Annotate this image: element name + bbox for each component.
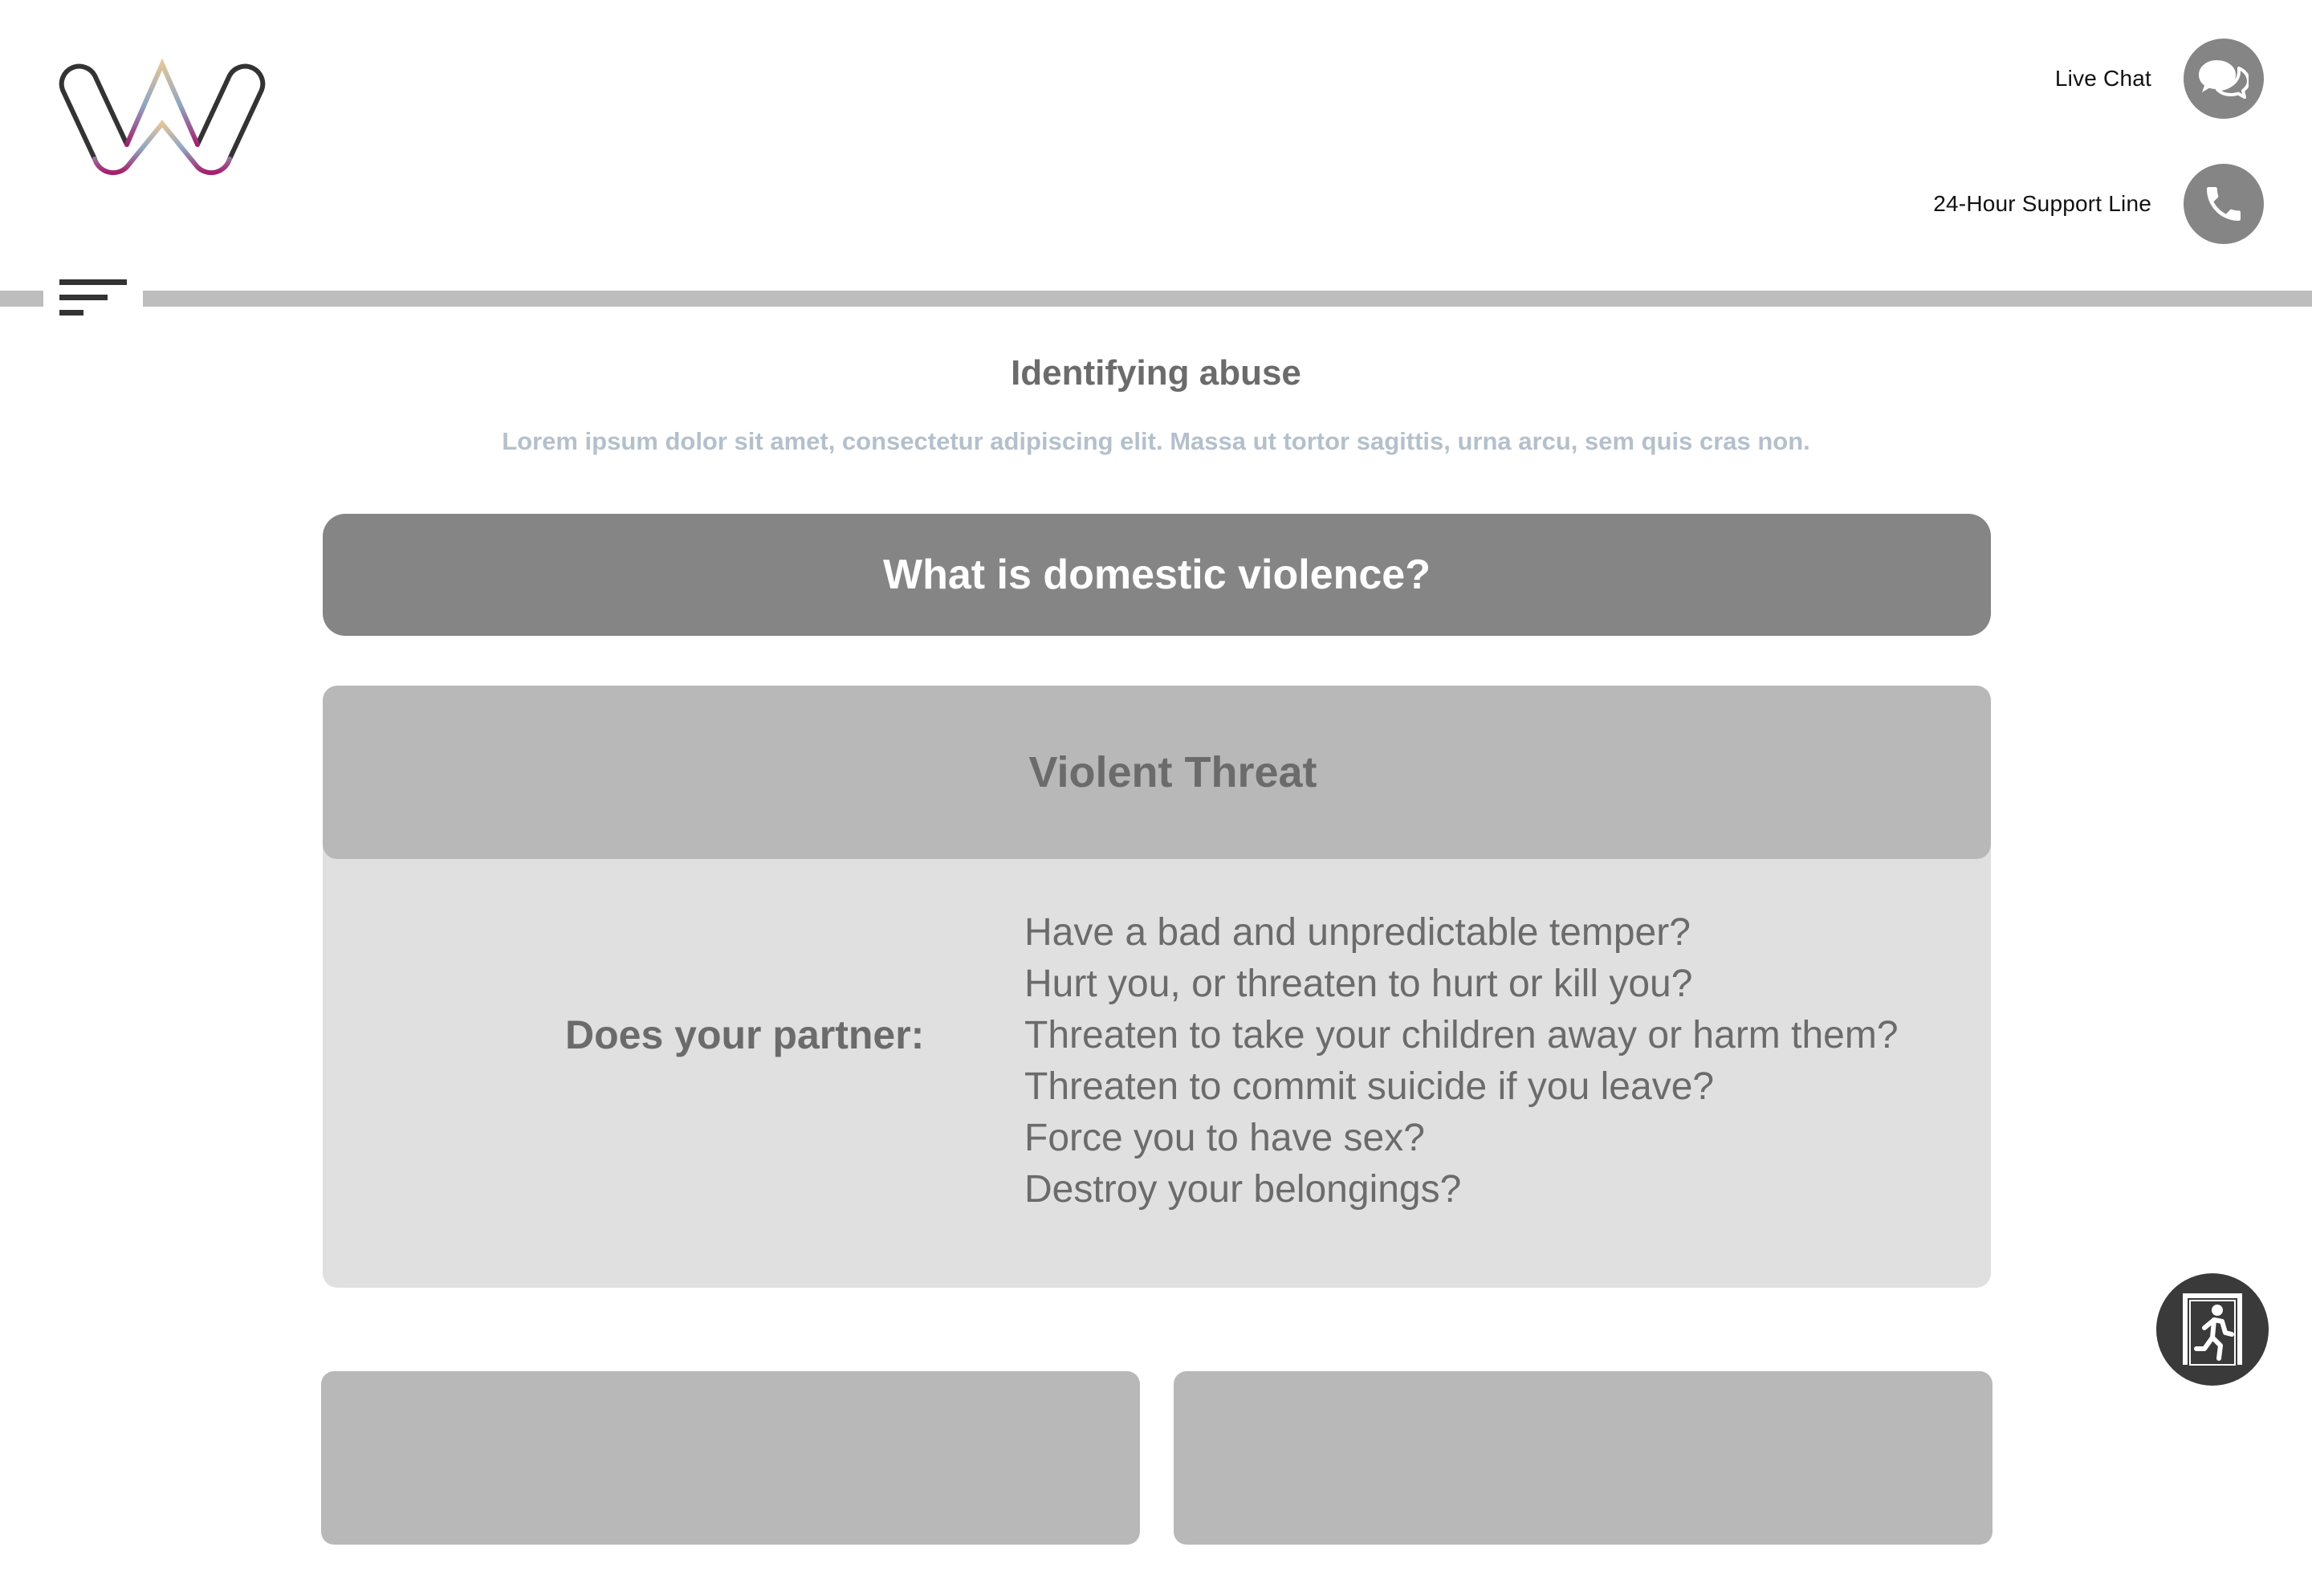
phone-icon [2207,187,2241,221]
chat-bubbles-icon [2199,60,2249,99]
card-prompt: Does your partner: [565,1012,925,1057]
question-list: Have a bad and unpredictable temper? Hur… [1024,907,1899,1215]
card-title: Violent Threat [1028,748,1317,796]
bottom-card-right[interactable] [1174,1371,1992,1545]
card-header: Violent Threat [323,686,1991,859]
hamburger-menu-icon[interactable] [59,278,128,316]
list-item: Threaten to take your children away or h… [1024,1014,1899,1057]
support-line-row[interactable]: 24-Hour Support Line [1933,164,2264,244]
violent-threat-card: Violent Threat Does your partner: Have a… [323,686,1991,1288]
list-item: Threaten to commit suicide if you leave? [1024,1065,1715,1108]
banner-label: What is domestic violence? [883,552,1431,598]
live-chat-row[interactable]: Live Chat [2055,39,2264,119]
list-item: Destroy your belongings? [1024,1168,1462,1211]
domestic-violence-banner[interactable]: What is domestic violence? [323,514,1991,636]
list-item: Force you to have sex? [1024,1117,1425,1159]
list-item: Have a bad and unpredictable temper? [1024,911,1691,954]
page-subtitle: Lorem ipsum dolor sit amet, consectetur … [502,427,1810,455]
quick-exit-button[interactable] [2156,1273,2269,1386]
live-chat-button[interactable] [2184,39,2264,119]
support-line-label[interactable]: 24-Hour Support Line [1933,191,2151,217]
nav-divider-left [0,291,43,307]
page: Live Chat 24-Hour Support Line Identifyi… [0,0,2312,1596]
bottom-card-left[interactable] [321,1371,1140,1545]
w-logo[interactable] [56,58,268,183]
page-title: Identifying abuse [1011,353,1301,393]
nav-divider-right [143,291,2312,307]
emergency-exit-icon [2183,1293,2242,1366]
support-line-button[interactable] [2184,164,2264,244]
list-item: Hurt you, or threaten to hurt or kill yo… [1024,963,1693,1005]
live-chat-label[interactable]: Live Chat [2055,66,2151,92]
